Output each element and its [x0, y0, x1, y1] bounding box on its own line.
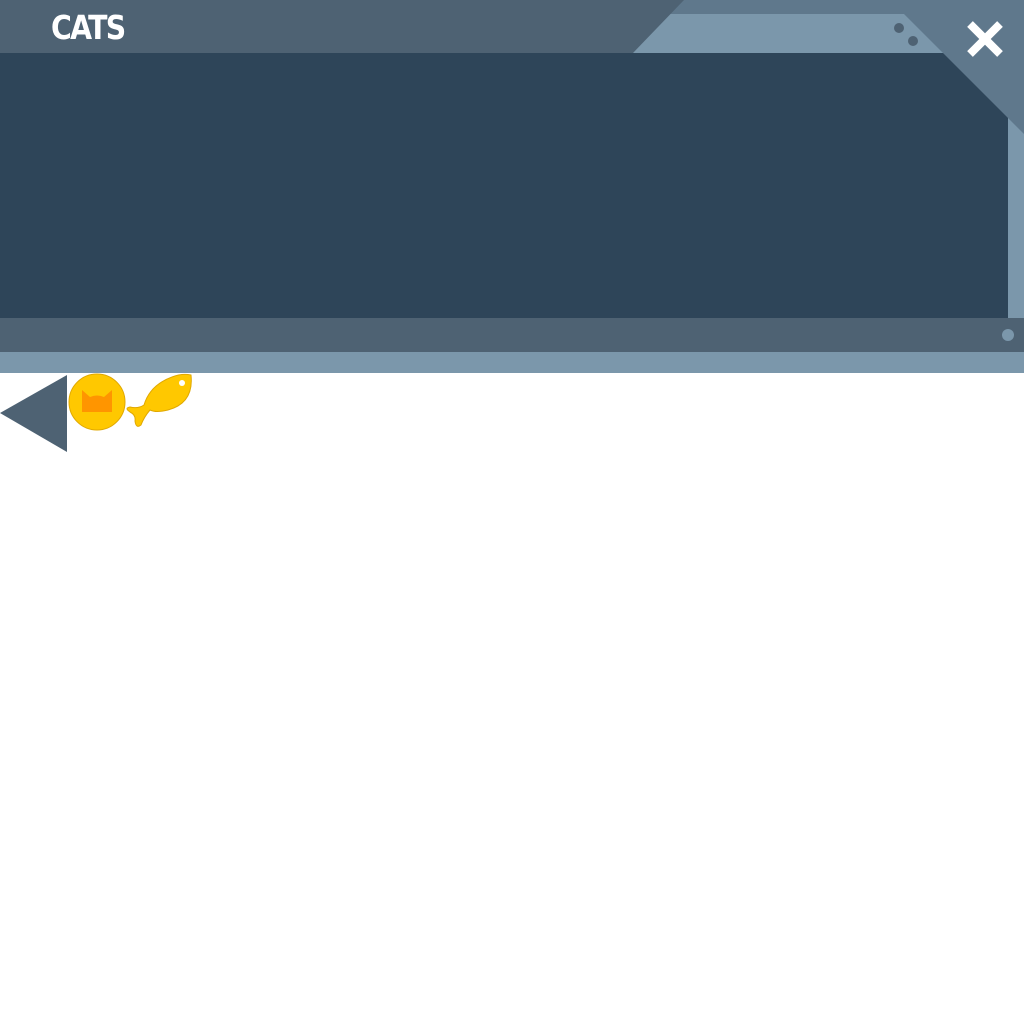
frame-top-strip	[660, 0, 1024, 14]
game-screen: CATS	[0, 0, 1024, 1024]
close-button[interactable]	[960, 14, 1010, 64]
frame-bottom-strip	[0, 352, 1024, 373]
close-icon	[967, 21, 1003, 57]
cat-button[interactable]	[67, 373, 127, 433]
fish-button[interactable]	[124, 373, 194, 431]
cat-head-icon	[68, 373, 126, 431]
content-area	[0, 53, 1008, 317]
fish-icon	[126, 373, 192, 427]
footer-bar	[0, 318, 1024, 352]
cats-panel: CATS	[0, 0, 1024, 373]
back-arrow-icon	[0, 375, 67, 452]
rivet	[894, 23, 904, 33]
rivet	[1002, 329, 1014, 341]
page-title: CATS	[51, 8, 126, 47]
rivet	[908, 36, 918, 46]
back-button[interactable]	[0, 374, 68, 453]
